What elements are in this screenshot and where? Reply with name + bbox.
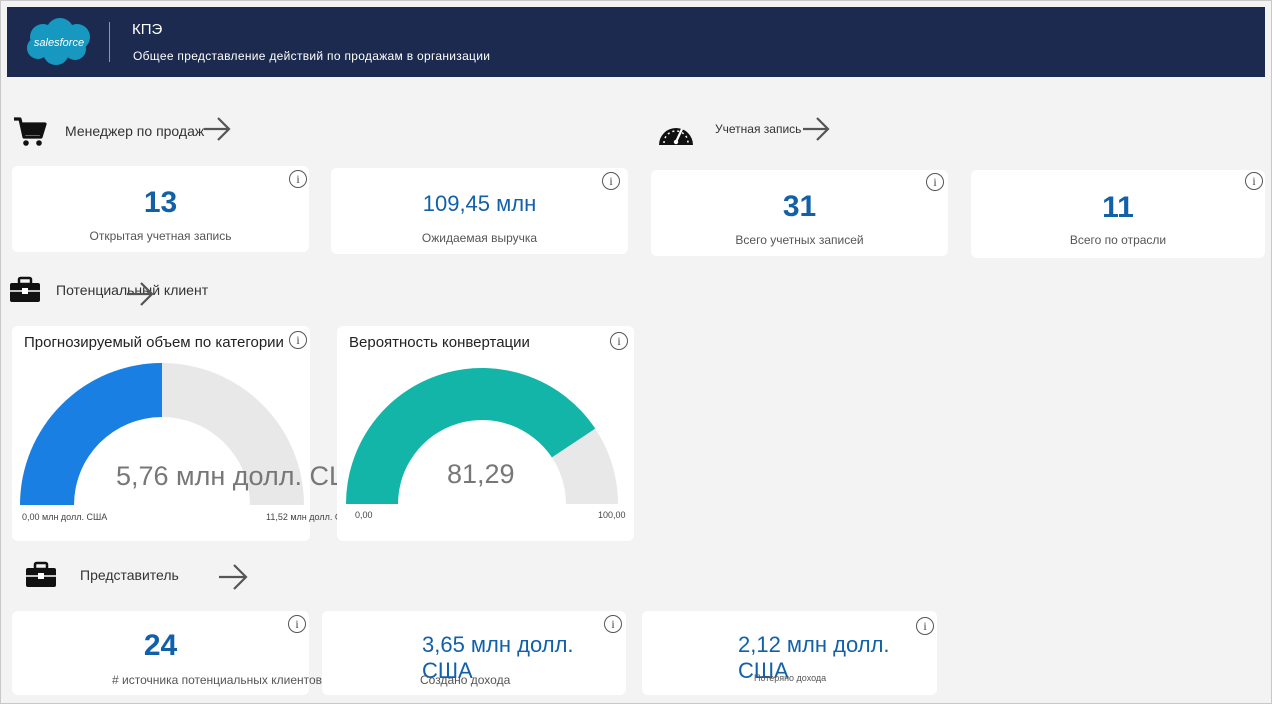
info-icon[interactable]: i	[926, 173, 944, 191]
gauge-chart	[20, 363, 304, 505]
gauge-max-label: 100,00	[598, 510, 626, 520]
kpi-card-expected-revenue[interactable]: 109,45 млн Ожидаемая выручка i	[331, 168, 628, 254]
briefcase-icon	[25, 561, 57, 594]
dashboard-frame: salesforce КПЭ Общее представление дейст…	[0, 0, 1272, 704]
gauge-chart	[346, 368, 618, 504]
kpi-label: Открытая учетная запись	[89, 229, 232, 243]
info-icon[interactable]: i	[916, 617, 934, 635]
shopping-cart-icon	[13, 116, 47, 153]
gauge-card-forecast[interactable]: Прогнозируемый объем по категории i 5,76…	[12, 326, 372, 541]
page-subtitle: Общее представление действий по продажам…	[133, 49, 491, 63]
speedometer-icon	[657, 115, 695, 152]
gauge-min-label: 0,00 млн долл. США	[22, 512, 108, 522]
kpi-value: 11	[1102, 191, 1134, 224]
salesforce-logo: salesforce	[23, 17, 95, 72]
info-icon[interactable]: i	[1245, 172, 1263, 190]
logo-text: salesforce	[34, 37, 84, 49]
info-icon[interactable]: i	[604, 615, 622, 633]
info-icon[interactable]: i	[288, 615, 306, 633]
info-icon[interactable]: i	[289, 170, 307, 188]
kpi-card-revenue-lost[interactable]: 2,12 млн долл. США Потеряно дохода i	[642, 611, 937, 695]
kpi-label: Всего учетных записей	[735, 233, 864, 247]
gauge-value: 5,76 млн долл. США	[116, 461, 372, 491]
gauge-min-label: 0,00	[355, 510, 373, 520]
briefcase-icon	[9, 276, 41, 309]
representative-arrow-icon[interactable]	[217, 563, 249, 596]
sales-manager-arrow-icon[interactable]	[202, 116, 232, 147]
kpi-card-lead-sources[interactable]: 24 # источника потенциальных клиентов i	[12, 611, 322, 695]
header-bar: salesforce КПЭ Общее представление дейст…	[7, 7, 1265, 77]
kpi-label: Всего по отрасли	[1069, 233, 1167, 247]
kpi-card-total-accounts[interactable]: 31 Всего учетных записей i	[651, 170, 948, 256]
section-account: Учетная запись	[715, 122, 802, 136]
gauge-value: 81,29	[447, 459, 515, 489]
kpi-card-revenue-created[interactable]: 3,65 млн долл. США Создано дохода i	[322, 611, 626, 695]
gauge-card-conversion[interactable]: Вероятность конвертации i 81,29 0,00 100…	[337, 326, 634, 541]
page-title: КПЭ	[132, 21, 163, 38]
kpi-card-open-accounts[interactable]: 13 Открытая учетная запись i	[12, 166, 309, 252]
kpi-card-total-industry[interactable]: 11 Всего по отрасли i	[971, 170, 1265, 258]
section-sales-manager: Менеджер по продаж	[65, 123, 205, 139]
kpi-label: Ожидаемая выручка	[421, 231, 538, 245]
kpi-value: 13	[143, 186, 178, 219]
kpi-label: Создано дохода	[420, 673, 511, 687]
header-divider	[109, 22, 110, 62]
kpi-value: 109,45 млн	[422, 191, 537, 216]
section-representative: Представитель	[80, 567, 179, 583]
lead-arrow-icon[interactable]	[125, 281, 155, 312]
info-icon[interactable]: i	[602, 172, 620, 190]
kpi-label: Потеряно дохода	[754, 673, 827, 683]
kpi-value: 31	[782, 190, 817, 223]
account-arrow-icon[interactable]	[801, 116, 831, 147]
kpi-value: 24	[143, 629, 178, 662]
kpi-label: # источника потенциальных клиентов	[112, 673, 323, 687]
